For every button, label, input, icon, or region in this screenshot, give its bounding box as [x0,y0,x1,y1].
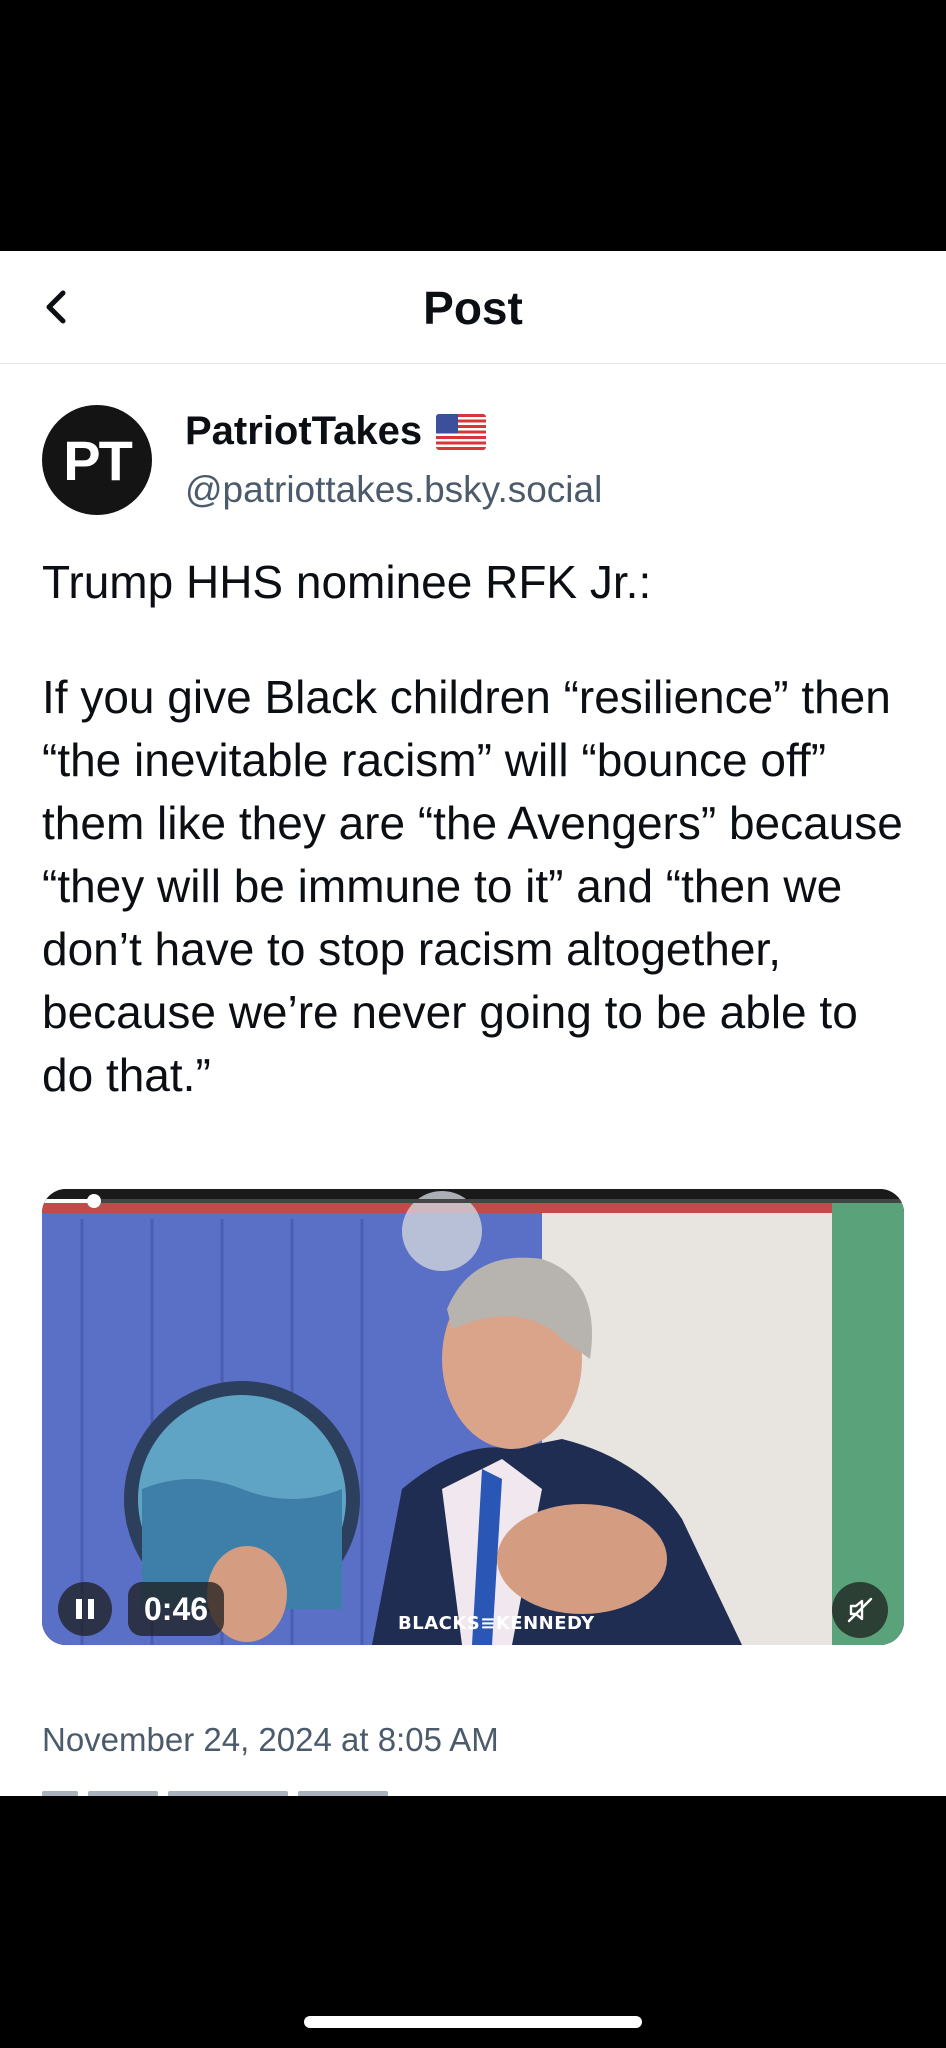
author-name-row[interactable]: PatriotTakes [185,409,487,454]
status-bar-area [0,0,946,251]
home-indicator[interactable] [304,2016,642,2028]
header-bar: Post [0,251,946,364]
pause-button[interactable] [58,1582,112,1636]
us-flag-icon [436,413,487,450]
post-text-paragraph: If you give Black children “resilience” … [42,671,903,1101]
pause-icon [76,1599,94,1619]
author-handle[interactable]: @patriottakes.bsky.social [185,469,602,511]
post-screen: Post PT PatriotTakes @patriottakes.bsky.… [0,251,946,1796]
video-time-remaining: 0:46 [128,1582,225,1636]
post-timestamp: November 24, 2024 at 8:05 AM [42,1721,499,1758]
post-text: Trump HHS nominee RFK Jr.: If you give B… [42,551,912,1107]
video-frame [42,1189,904,1645]
page-title: Post [423,282,523,334]
author-display-name: PatriotTakes [185,409,423,453]
engagement-row-cutoff [42,1786,442,1796]
avatar[interactable]: PT [42,405,152,515]
post-text-line: Trump HHS nominee RFK Jr.: [42,556,652,608]
video-watermark: BLACKS≡KENNEDY [398,1613,595,1634]
muted-speaker-icon [847,1597,873,1623]
video-player[interactable]: 0:46 BLACKS≡KENNEDY [42,1189,904,1645]
mute-toggle-button[interactable] [832,1582,888,1638]
